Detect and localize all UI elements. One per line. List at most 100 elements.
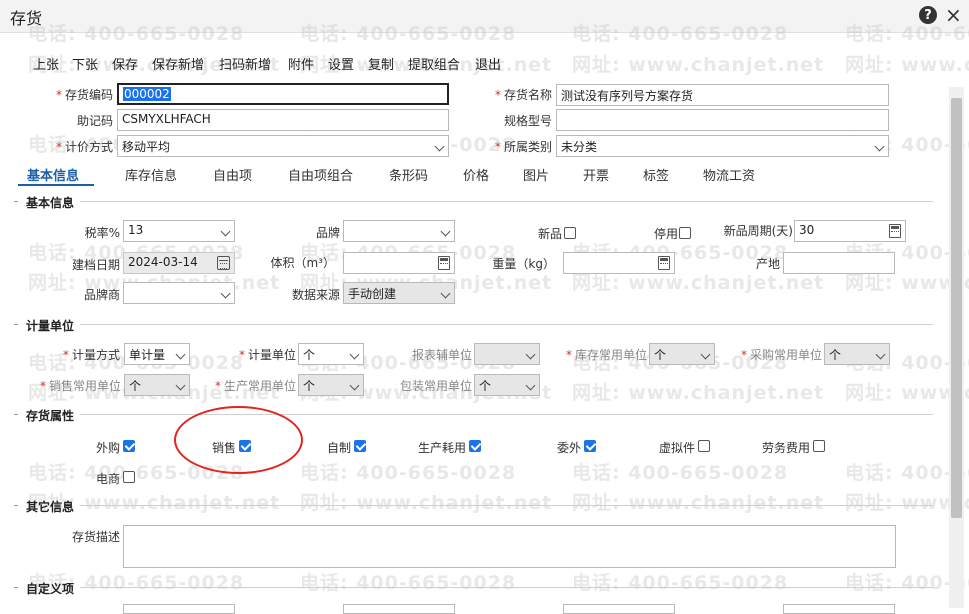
pricing-method-value: 移动平均: [122, 140, 171, 154]
volume-label: 体积（m³）: [270, 256, 335, 270]
section-marker: [14, 414, 18, 415]
inventory-code-input[interactable]: 000002: [117, 83, 449, 105]
created-date-label: 建档日期: [71, 258, 120, 272]
tab-tags[interactable]: 标签: [643, 165, 669, 184]
new-product-checkbox[interactable]: [564, 227, 576, 239]
new-period-label: 新品周期(天): [723, 224, 793, 238]
attr-ecommerce-label: 电商: [96, 472, 121, 486]
toolbar-settings-button[interactable]: 设置: [328, 54, 354, 73]
tab-images[interactable]: 图片: [523, 165, 549, 184]
measure-unit-label: * 计量单位: [238, 348, 296, 362]
attr-production-use-checkbox[interactable]: [469, 440, 481, 452]
purchase-unit-select[interactable]: 个: [824, 343, 890, 365]
report-unit-select[interactable]: [474, 343, 540, 365]
chevron-down-icon: [175, 380, 186, 391]
stock-unit-value: 个: [654, 348, 667, 362]
calculator-icon[interactable]: [658, 256, 670, 270]
weight-label: 重量（kg）: [492, 257, 555, 271]
spec-model-label: 规格型号: [503, 114, 552, 128]
toolbar-extract-combo-button[interactable]: 提取组合: [408, 54, 460, 73]
category-select[interactable]: 未分类: [556, 135, 889, 157]
package-unit-select[interactable]: 个: [474, 374, 540, 396]
attr-self-made-checkbox[interactable]: [354, 440, 366, 452]
tab-stock-info[interactable]: 库存信息: [125, 165, 177, 184]
sales-unit-select[interactable]: 个: [124, 374, 190, 396]
tab-invoice[interactable]: 开票: [583, 165, 609, 184]
chevron-down-icon: [525, 380, 536, 391]
stock-unit-select[interactable]: 个: [649, 343, 715, 365]
data-source-select[interactable]: 手动创建: [343, 282, 455, 304]
weight-input[interactable]: [563, 252, 675, 274]
origin-input[interactable]: [783, 252, 895, 274]
tab-barcode[interactable]: 条形码: [389, 165, 428, 184]
toolbar-save-button[interactable]: 保存: [112, 54, 138, 73]
inventory-name-label: * 存货名称: [494, 88, 552, 102]
attr-labor-fee-label: 劳务费用: [762, 441, 811, 455]
chevron-down-icon: [440, 226, 451, 237]
stock-unit-label: * 库存常用单位: [565, 348, 647, 362]
chevron-down-icon: [874, 141, 885, 152]
tab-logistics-wage[interactable]: 物流工资: [703, 165, 755, 184]
toolbar-next-button[interactable]: 下张: [72, 54, 98, 73]
attr-outsource-checkbox[interactable]: [584, 440, 596, 452]
attr-self-made-label: 自制: [327, 441, 352, 455]
tax-rate-select[interactable]: 13: [123, 220, 235, 242]
watermark-phone: 电话: 400-665-0028: [300, 572, 517, 594]
measure-method-select[interactable]: 单计量: [124, 343, 190, 365]
calendar-icon[interactable]: [217, 256, 230, 270]
attr-virtual-label: 虚拟件: [659, 441, 696, 455]
attr-virtual-checkbox[interactable]: [698, 440, 710, 452]
custom-field-4[interactable]: [783, 604, 895, 614]
new-period-input[interactable]: 30: [794, 220, 906, 242]
tab-free-combo[interactable]: 自由项组合: [288, 165, 353, 184]
toolbar-prev-button[interactable]: 上张: [33, 54, 59, 73]
tab-basic-info[interactable]: 基本信息: [27, 165, 79, 184]
tab-free-items[interactable]: 自由项: [213, 165, 252, 184]
measure-unit-select[interactable]: 个: [298, 343, 364, 365]
scrollbar-thumb[interactable]: [951, 98, 962, 518]
attr-ecommerce-checkbox[interactable]: [123, 471, 135, 483]
production-unit-value: 个: [303, 379, 316, 393]
help-icon[interactable]: ?: [919, 6, 937, 24]
measure-method-value: 单计量: [129, 348, 166, 362]
watermark-site: 网址: www.chanjet.net: [572, 382, 825, 404]
created-date-input[interactable]: 2024-03-14: [123, 252, 235, 274]
pricing-method-select[interactable]: 移动平均: [117, 135, 449, 157]
tab-price[interactable]: 价格: [463, 165, 489, 184]
attr-labor-fee-checkbox[interactable]: [813, 440, 825, 452]
disabled-checkbox[interactable]: [679, 227, 691, 239]
origin-label: 产地: [755, 257, 780, 271]
disabled-label: 停用: [653, 227, 678, 241]
purchase-unit-value: 个: [829, 348, 842, 362]
purchase-unit-label: * 采购常用单位: [740, 348, 822, 362]
description-textarea[interactable]: [123, 525, 896, 568]
volume-input[interactable]: [343, 252, 455, 274]
chevron-down-icon: [434, 141, 445, 152]
calculator-icon[interactable]: [889, 224, 901, 238]
brand-owner-select[interactable]: [123, 282, 235, 304]
data-source-value: 手动创建: [348, 287, 397, 301]
custom-field-3[interactable]: [563, 604, 675, 614]
custom-field-1[interactable]: [123, 604, 235, 614]
toolbar-save-new-button[interactable]: 保存新增: [152, 54, 204, 73]
spec-model-input[interactable]: [556, 109, 889, 131]
inventory-name-input[interactable]: 测试没有序列号方案存货: [556, 84, 889, 106]
mnemonic-input[interactable]: CSMYXLHFACH: [117, 109, 449, 131]
mnemonic-label: 助记码: [76, 114, 113, 128]
chevron-down-icon: [875, 349, 886, 360]
custom-field-2[interactable]: [343, 604, 455, 614]
tax-rate-label: 税率%: [84, 226, 120, 240]
toolbar-exit-button[interactable]: 退出: [475, 54, 501, 73]
close-icon[interactable]: ×: [945, 3, 962, 27]
calculator-icon[interactable]: [438, 256, 450, 270]
attr-purchase-checkbox[interactable]: [123, 440, 135, 452]
active-tab-indicator: [18, 184, 94, 186]
toolbar-attachment-button[interactable]: 附件: [288, 54, 314, 73]
chevron-down-icon: [349, 380, 360, 391]
attr-outsource-label: 委外: [557, 441, 582, 455]
production-unit-select[interactable]: 个: [298, 374, 364, 396]
sales-unit-label: * 销售常用单位: [39, 379, 121, 393]
toolbar-scan-new-button[interactable]: 扫码新增: [219, 54, 271, 73]
brand-select[interactable]: [343, 220, 455, 242]
toolbar-copy-button[interactable]: 复制: [368, 54, 394, 73]
